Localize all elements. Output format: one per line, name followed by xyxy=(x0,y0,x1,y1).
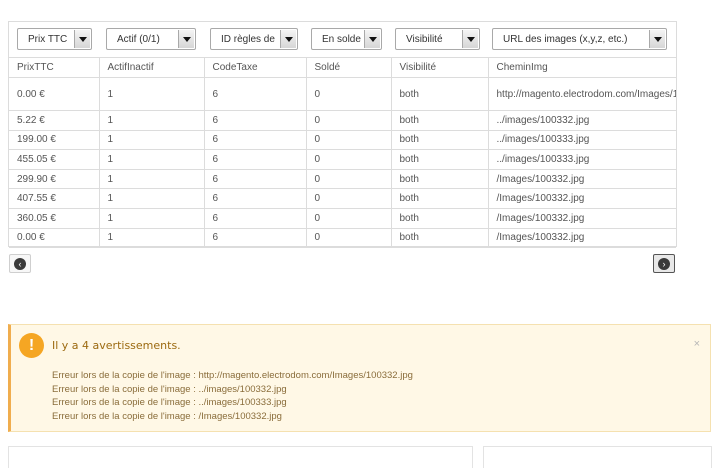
table-cell: 0 xyxy=(305,149,392,170)
alert-title: Il y a 4 avertissements. xyxy=(52,339,181,352)
table-cell: 0 xyxy=(305,227,392,249)
table-cell: 1 xyxy=(98,188,205,209)
warning-alert: ! Il y a 4 avertissements. × Erreur lors… xyxy=(8,324,711,432)
table-cell: 0 xyxy=(305,168,392,190)
table-cell: http://magento.electrodom.com/Images/100… xyxy=(487,77,676,111)
column-select-visibilite[interactable]: Visibilité xyxy=(395,28,480,50)
table-cell: 0 xyxy=(305,77,392,111)
alert-message: Erreur lors de la copie de l'image : ../… xyxy=(52,383,287,395)
alert-message: Erreur lors de la copie de l'image : ../… xyxy=(52,397,287,408)
table-cell: 199.00 € xyxy=(9,129,100,151)
table-cell: both xyxy=(390,77,489,111)
warning-icon: ! xyxy=(19,333,44,358)
table-cell: /Images/100332.jpg xyxy=(487,227,676,249)
table-row: 5.22 € 1 6 0 both ../images/100332.jpg xyxy=(9,110,676,131)
close-icon[interactable]: × xyxy=(694,338,700,350)
table-cell: ../images/100333.jpg xyxy=(487,129,676,151)
table-cell: 1 xyxy=(98,207,205,229)
table-cell: /Images/100332.jpg xyxy=(487,188,676,209)
table-cell: both xyxy=(390,129,489,151)
preview-table: PrixTTC ActifInactif CodeTaxe Soldé Visi… xyxy=(9,57,676,249)
table-cell: 0.00 € xyxy=(9,227,100,249)
table-cell: both xyxy=(390,227,489,249)
chevron-down-icon xyxy=(280,30,296,48)
table-cell: 0 xyxy=(305,110,392,131)
table-cell: 1 xyxy=(98,129,205,151)
table-cell: 1 xyxy=(98,168,205,190)
alert-message: Erreur lors de la copie de l'image : /Im… xyxy=(52,410,282,422)
table-cell: 1 xyxy=(98,110,205,131)
table-cell: 299.90 € xyxy=(9,168,100,190)
column-header: CheminImg xyxy=(487,57,676,78)
column-select-actif[interactable]: Actif (0/1) xyxy=(106,28,196,50)
table-cell: /Images/100332.jpg xyxy=(487,207,676,229)
table-cell: 6 xyxy=(203,110,307,131)
table-row: 0.00 € 1 6 0 both http://magento.electro… xyxy=(9,77,676,111)
table-row: 455.05 € 1 6 0 both ../images/100333.jpg xyxy=(9,149,676,170)
column-select-prix-ttc[interactable]: Prix TTC xyxy=(17,28,92,50)
table-cell: ../images/100332.jpg xyxy=(487,110,676,131)
table-row: 199.00 € 1 6 0 both ../images/100333.jpg xyxy=(9,129,676,151)
table-cell: 6 xyxy=(203,168,307,190)
alert-message: Erreur lors de la copie de l'image : htt… xyxy=(52,370,413,381)
table-cell: both xyxy=(390,110,489,131)
table-cell: 6 xyxy=(203,129,307,151)
table-cell: both xyxy=(390,207,489,229)
table-cell: 1 xyxy=(98,149,205,170)
chevron-left-icon: ‹ xyxy=(14,258,26,270)
table-cell: 6 xyxy=(203,207,307,229)
bottom-panel-right xyxy=(483,446,712,468)
table-cell: 455.05 € xyxy=(9,149,100,170)
table-row: 0.00 € 1 6 0 both /Images/100332.jpg xyxy=(9,227,676,249)
column-header: Soldé xyxy=(305,57,392,78)
table-row: 407.55 € 1 6 0 both /Images/100332.jpg xyxy=(9,188,676,209)
select-label: En solde xyxy=(322,34,361,45)
table-cell: 6 xyxy=(203,77,307,111)
next-page-button[interactable]: › xyxy=(653,254,675,273)
table-header-row: PrixTTC ActifInactif CodeTaxe Soldé Visi… xyxy=(9,57,676,78)
chevron-down-icon xyxy=(74,30,90,48)
table-cell: 0 xyxy=(305,207,392,229)
column-header: CodeTaxe xyxy=(203,57,307,78)
select-label: ID règles de xyxy=(221,34,275,45)
table-cell: 6 xyxy=(203,188,307,209)
table-cell: 360.05 € xyxy=(9,207,100,229)
table-cell: both xyxy=(390,188,489,209)
table-cell: 1 xyxy=(98,77,205,111)
table-cell: both xyxy=(390,168,489,190)
alert-messages: Erreur lors de la copie de l'image : htt… xyxy=(52,369,413,423)
table-cell: 0.00 € xyxy=(9,77,100,111)
chevron-right-icon: › xyxy=(658,258,670,270)
table-cell: 5.22 € xyxy=(9,110,100,131)
table-row: 299.90 € 1 6 0 both /Images/100332.jpg xyxy=(9,168,676,190)
column-selectors: Prix TTC Actif (0/1) ID règles de En sol… xyxy=(9,22,676,57)
table-row: 360.05 € 1 6 0 both /Images/100332.jpg xyxy=(9,207,676,229)
previous-page-button[interactable]: ‹ xyxy=(9,254,31,273)
chevron-down-icon xyxy=(462,30,478,48)
column-select-en-solde[interactable]: En solde xyxy=(311,28,382,50)
column-header: PrixTTC xyxy=(9,57,100,78)
column-select-id-regles[interactable]: ID règles de xyxy=(210,28,298,50)
chevron-down-icon xyxy=(649,30,665,48)
table-cell: both xyxy=(390,149,489,170)
bottom-panel-left xyxy=(8,446,473,468)
column-header: Visibilité xyxy=(390,57,489,78)
table-cell: 0 xyxy=(305,188,392,209)
mapping-panel: Prix TTC Actif (0/1) ID règles de En sol… xyxy=(8,21,677,249)
table-cell: /Images/100332.jpg xyxy=(487,168,676,190)
table-cell: ../images/100333.jpg xyxy=(487,149,676,170)
table-cell: 6 xyxy=(203,227,307,249)
table-cell: 1 xyxy=(98,227,205,249)
table-cell: 407.55 € xyxy=(9,188,100,209)
chevron-down-icon xyxy=(178,30,194,48)
column-select-url-images[interactable]: URL des images (x,y,z, etc.) xyxy=(492,28,667,50)
column-header: ActifInactif xyxy=(98,57,205,78)
select-label: URL des images (x,y,z, etc.) xyxy=(503,34,628,45)
table-cell: 0 xyxy=(305,129,392,151)
chevron-down-icon xyxy=(364,30,380,48)
table-cell: 6 xyxy=(203,149,307,170)
